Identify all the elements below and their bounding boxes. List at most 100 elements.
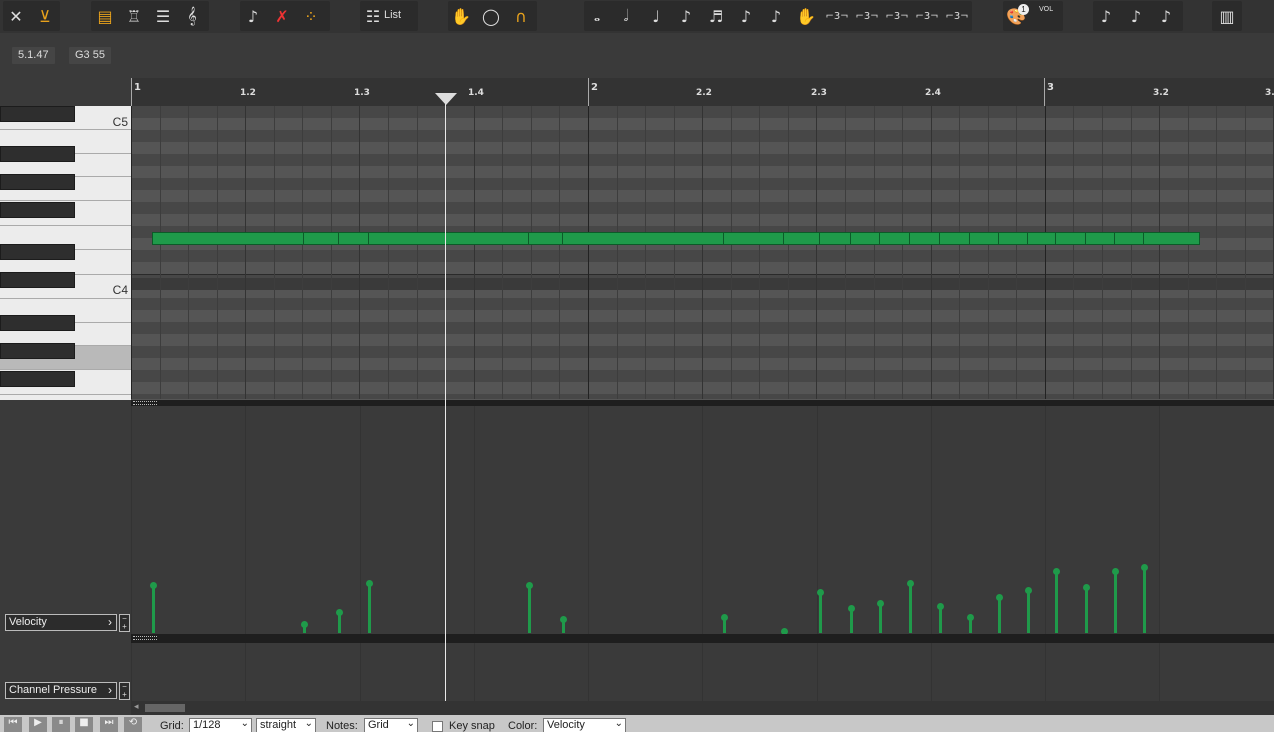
curve-icon[interactable]: ♪ [240,3,266,29]
velocity-stem[interactable] [939,606,942,633]
velocity-stem[interactable] [368,583,371,633]
sixty-fourth-note-icon[interactable]: ♪ [763,3,789,29]
eighth-note-icon[interactable]: ♪ [673,3,699,29]
velocity-stem[interactable] [819,592,822,633]
sixteenth-note-icon[interactable]: ♬ [703,3,729,29]
midi-note[interactable] [909,232,940,245]
midi-note[interactable] [303,232,339,245]
thirty-second-note-icon[interactable]: ♪ [733,3,759,29]
curve-delete-icon[interactable]: ✗ [269,3,295,29]
black-key[interactable] [0,146,75,162]
triplet-icon[interactable]: ⌐3¬ [854,3,880,29]
velocity-handle[interactable] [366,580,373,587]
velocity-stem[interactable] [879,603,882,633]
notes-select[interactable]: Grid ⌄ [364,718,418,732]
velocity-stem[interactable] [152,585,155,633]
scroll-left-icon[interactable]: ◂ [134,701,139,712]
lane-splitter[interactable] [131,399,1274,406]
midi-note[interactable] [152,232,304,245]
magnet-icon[interactable]: ∩ [508,3,534,29]
velocity-handle[interactable] [996,594,1003,601]
color-select[interactable]: Velocity ⌄ [543,718,626,732]
key-snap-checkbox[interactable] [432,721,443,732]
whole-note-icon[interactable]: 𝅝 [584,3,610,29]
velocity-stem[interactable] [1027,590,1030,633]
note-grid[interactable] [131,106,1274,400]
velocity-handle[interactable] [937,603,944,610]
velocity-handle[interactable] [150,582,157,589]
velocity-handle[interactable] [336,609,343,616]
pause-icon[interactable]: ⏸ [52,717,70,732]
velocity-handle[interactable] [1112,568,1119,575]
midi-note[interactable] [783,232,820,245]
midi-note[interactable] [528,232,563,245]
midi-note[interactable] [1143,232,1200,245]
channel-pressure-lane[interactable] [131,643,1274,701]
velocity-handle[interactable] [1025,587,1032,594]
transpose-down-icon[interactable]: ♪ [1093,3,1119,29]
lane-add-remove-icon[interactable]: − + [119,614,130,632]
black-key[interactable] [0,371,75,387]
velocity-handle[interactable] [967,614,974,621]
black-key[interactable] [0,174,75,190]
midi-note[interactable] [723,232,784,245]
velocity-stem[interactable] [998,597,1001,633]
velocity-handle[interactable] [848,605,855,612]
dots-icon[interactable]: ⁘ [298,3,324,29]
velocity-handle[interactable] [560,616,567,623]
close-icon[interactable]: ✕ [3,3,29,29]
velocity-handle[interactable] [721,614,728,621]
midi-note[interactable] [819,232,851,245]
midi-note[interactable] [939,232,970,245]
grab-icon[interactable]: ✋ [793,3,819,29]
quarter-note-icon[interactable]: ♩ [643,3,669,29]
midi-note[interactable] [998,232,1028,245]
velocity-lane-selector[interactable]: Velocity › [5,614,117,631]
drum-editor-icon[interactable]: ♖ [121,3,147,29]
hand-icon[interactable]: ✋ [448,3,474,29]
midi-note[interactable] [368,232,529,245]
lane-splitter[interactable] [131,634,1274,643]
midi-note[interactable] [850,232,880,245]
piano-keyboard[interactable]: C5 C4 [0,106,131,400]
velocity-handle[interactable] [1141,564,1148,571]
velocity-stem[interactable] [1114,571,1117,633]
triplet-icon[interactable]: ⌐3¬ [944,3,970,29]
forward-icon[interactable]: ⏭ [100,717,118,732]
velocity-handle[interactable] [1053,568,1060,575]
midi-note[interactable] [1085,232,1115,245]
list-editor-icon[interactable]: ☰ [150,3,176,29]
midi-note[interactable] [879,232,910,245]
velocity-stem[interactable] [909,583,912,633]
scroll-thumb[interactable] [145,704,185,712]
velocity-handle[interactable] [301,621,308,628]
velocity-handle[interactable] [907,580,914,587]
velocity-stem[interactable] [1143,567,1146,633]
lasso-icon[interactable]: ◯ [478,3,504,29]
lane-add-remove-icon[interactable]: − + [119,682,130,700]
black-key[interactable] [0,272,75,288]
midi-note[interactable] [969,232,999,245]
black-key[interactable] [0,315,75,331]
midi-note[interactable] [1027,232,1056,245]
play-icon[interactable]: ▶ [29,717,47,732]
loop-icon[interactable]: ⟲ [124,717,142,732]
velocity-handle[interactable] [817,589,824,596]
midi-note[interactable] [1055,232,1086,245]
midi-note[interactable] [1114,232,1144,245]
grid-select[interactable]: 1/128 ⌄ [189,718,252,732]
half-note-icon[interactable]: 𝅗𝅥 [613,3,639,29]
velocity-stem[interactable] [1085,587,1088,633]
velocity-handle[interactable] [1083,584,1090,591]
velocity-lane[interactable] [131,406,1274,634]
timeline-ruler[interactable]: 1 1.2 1.3 1.4 2 2.2 2.3 2.4 3 3.2 3. [131,78,1274,106]
midi-note[interactable] [562,232,724,245]
stop-icon[interactable]: ■ [75,717,93,732]
list-menu[interactable]: ☷ List [360,1,418,31]
velocity-handle[interactable] [877,600,884,607]
velocity-stem[interactable] [1055,571,1058,633]
import-icon[interactable]: ⊻ [32,3,58,29]
rewind-icon[interactable]: ⏮ [4,717,22,732]
keyboard-icon[interactable]: ▥ [1214,3,1240,29]
straight-select[interactable]: straight ⌄ [256,718,316,732]
